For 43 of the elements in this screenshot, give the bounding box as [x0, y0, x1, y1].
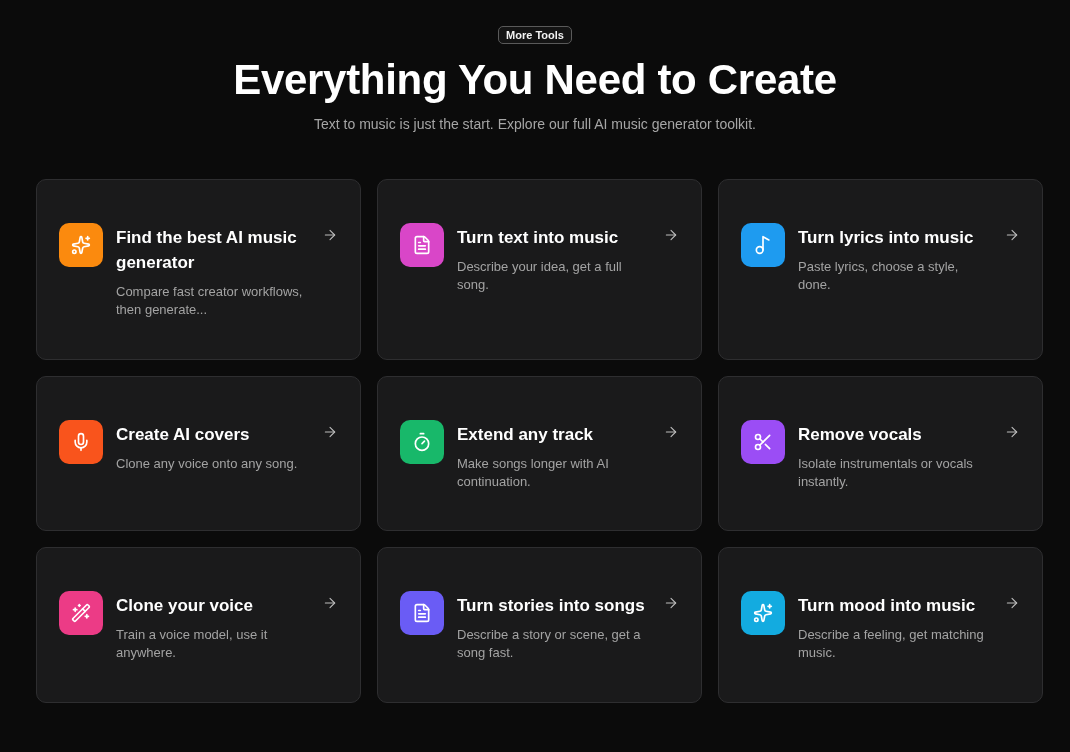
page-subtitle: Text to music is just the start. Explore our full AI music generator toolkit.: [314, 116, 756, 132]
card-title: Turn stories into songs: [457, 595, 646, 617]
card-description: Compare fast creator workflows, then generate...: [116, 283, 304, 319]
tool-card[interactable]: Remove vocals Isolate instrumentals or vocals instantly.: [718, 376, 1043, 531]
card-title: Turn text into music: [457, 227, 620, 249]
card-description: Make songs longer with AI continuation.: [457, 455, 610, 491]
stopwatch-icon: [412, 432, 432, 452]
tool-card[interactable]: Turn stories into songs Describe a story or scene, get a song fast.: [377, 547, 702, 703]
arrow-right-icon: [322, 595, 338, 611]
card-title: Remove vocals: [798, 424, 923, 446]
card-description: Paste lyrics, choose a style, done.: [798, 258, 960, 294]
card-title: Clone your voice: [116, 595, 254, 617]
tool-card[interactable]: Find the best AI music generator Compare fast creator workflows, then generate...: [36, 179, 361, 360]
sparkles-icon: [71, 235, 91, 255]
magic-wand-icon: [71, 603, 91, 623]
card-description: Describe your idea, get a full song.: [457, 258, 623, 294]
card-title: Turn mood into music: [798, 595, 977, 617]
card-description: Describe a story or scene, get a song fast.: [457, 626, 642, 662]
tool-card[interactable]: Extend any track Make songs longer with AI continuation.: [377, 376, 702, 531]
card-description: Describe a feeling, get matching music.: [798, 626, 985, 662]
tool-card[interactable]: Turn text into music Describe your idea, get a full song.: [377, 179, 702, 360]
tool-card[interactable]: Turn mood into music Describe a feeling, get matching music.: [718, 547, 1043, 703]
tool-card[interactable]: Create AI covers Clone any voice onto any song.: [36, 376, 361, 531]
tool-card[interactable]: Turn lyrics into music Paste lyrics, choose a style, done.: [718, 179, 1043, 360]
card-title: Extend any track: [457, 424, 595, 446]
card-description: Train a voice model, use it anywhere.: [116, 626, 269, 662]
card-title: Create AI covers: [116, 424, 251, 446]
arrow-right-icon: [322, 424, 338, 440]
sparkles-icon: [753, 603, 773, 623]
document-icon: [412, 603, 432, 623]
more-tools-badge: More Tools: [498, 26, 572, 44]
arrow-right-icon: [322, 227, 338, 243]
card-description: Isolate instrumentals or vocals instantly.: [798, 455, 974, 491]
microphone-icon: [71, 432, 91, 452]
card-description: Clone any voice onto any song.: [116, 455, 299, 473]
card-title: Find the best AI music generator: [116, 227, 298, 274]
arrow-right-icon: [1004, 595, 1020, 611]
tool-card[interactable]: Clone your voice Train a voice model, use it anywhere.: [36, 547, 361, 703]
page-heading: Everything You Need to Create: [233, 56, 837, 104]
arrow-right-icon: [663, 595, 679, 611]
scissors-icon: [753, 432, 773, 452]
document-icon: [412, 235, 432, 255]
card-title: Turn lyrics into music: [798, 227, 975, 249]
